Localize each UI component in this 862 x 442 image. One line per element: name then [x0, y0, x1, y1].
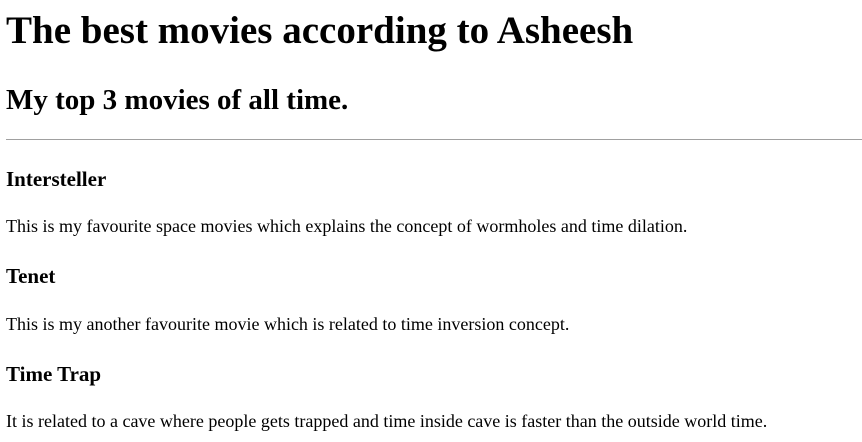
- section-divider: [6, 139, 862, 140]
- movie-description-interstellar: This is my favourite space movies which …: [6, 216, 688, 236]
- page-subtitle: My top 3 movies of all time.: [6, 84, 349, 116]
- movie-title-tenet: Tenet: [6, 264, 56, 288]
- movie-title-time-trap: Time Trap: [6, 362, 102, 386]
- movie-description-time-trap: It is related to a cave where people get…: [6, 411, 768, 431]
- movie-description-tenet: This is my another favourite movie which…: [6, 314, 570, 334]
- movie-title-interstellar: Intersteller: [6, 167, 107, 191]
- page-title: The best movies according to Asheesh: [6, 9, 634, 52]
